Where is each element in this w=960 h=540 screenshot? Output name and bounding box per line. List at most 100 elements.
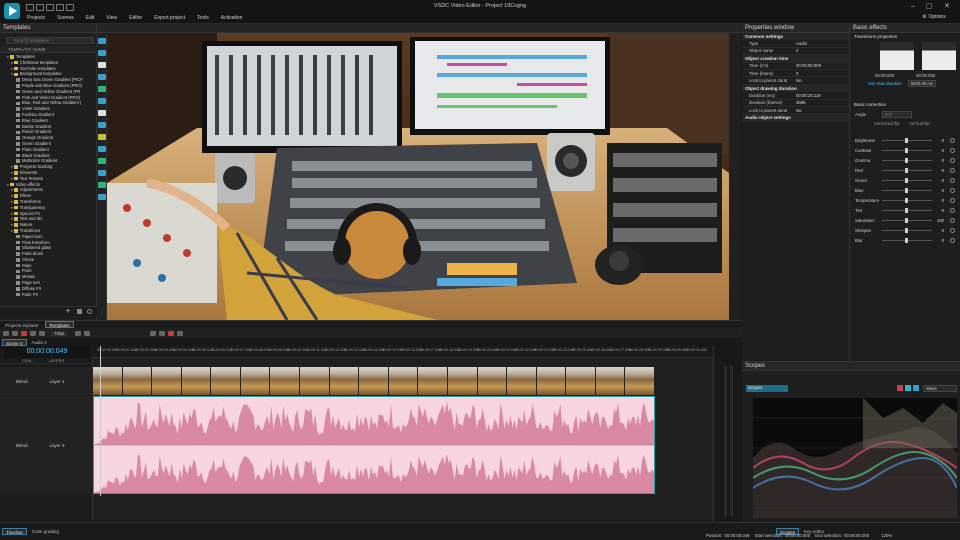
properties-section-header[interactable]: Object creation time [742, 55, 849, 63]
template-tree-item[interactable]: Fade FX [0, 292, 97, 298]
slider-knob[interactable] [905, 187, 908, 193]
slider-value[interactable]: 100 [932, 218, 944, 223]
transition-end-preview[interactable] [922, 42, 956, 70]
properties-section-header[interactable]: Audio object settings [742, 114, 849, 122]
vertical-flip-checkbox[interactable]: Vertical flip [909, 121, 929, 126]
menu-projects[interactable]: Projects [27, 15, 45, 21]
property-value[interactable]: 00:00:00.000 [792, 63, 849, 68]
slider-track[interactable] [882, 207, 932, 213]
slider-track[interactable] [882, 157, 932, 163]
property-value[interactable]: No [792, 108, 849, 113]
scopes-channel-select[interactable]: Wave [923, 385, 957, 392]
property-value[interactable]: 2 [792, 48, 849, 53]
transitions-properties-label[interactable]: Transitions properties [850, 33, 960, 41]
mask-icon[interactable] [98, 182, 106, 188]
expand-arrow-icon[interactable]: ▾ [11, 72, 13, 78]
expand-arrow-icon[interactable]: ▾ [7, 55, 9, 61]
open-folder-icon[interactable] [36, 4, 44, 11]
menu-activation[interactable]: Activation [221, 15, 243, 21]
menu-editor[interactable]: Editor [129, 15, 142, 21]
slider-track[interactable] [882, 167, 932, 173]
property-value[interactable]: 00:00:25:116 [792, 93, 849, 98]
pen-icon[interactable] [98, 98, 106, 104]
preview-scrollbar[interactable] [729, 33, 740, 320]
red-channel-button[interactable] [897, 385, 903, 391]
close-button[interactable]: ✕ [940, 3, 954, 11]
slider-knob[interactable] [905, 217, 908, 223]
transition-duration-input[interactable]: 5000.00 ms [907, 79, 937, 87]
reset-icon[interactable] [950, 137, 955, 143]
scopes-mode-select[interactable]: Scopes [746, 385, 788, 392]
menu-edit[interactable]: Edit [86, 15, 95, 21]
slider-value[interactable]: 0 [932, 148, 944, 153]
property-row[interactable]: Type Audio [742, 40, 849, 48]
audio-clip[interactable] [93, 396, 655, 494]
tab-scene-0[interactable]: Scene 0 [2, 338, 27, 346]
slider-value[interactable]: 0 [932, 168, 944, 173]
record-icon[interactable] [21, 330, 27, 336]
slider-knob[interactable] [905, 177, 908, 183]
menu-view[interactable]: View [106, 15, 117, 21]
tab-timeline[interactable]: Timeline [2, 528, 27, 535]
tab-audio-2[interactable]: Audio 2 [29, 339, 50, 346]
rectangle-icon[interactable] [98, 74, 106, 80]
tab-templates[interactable]: Templates [45, 321, 74, 328]
use-max-duration-checkbox[interactable]: Use max duration [868, 81, 902, 86]
undo-icon[interactable] [66, 4, 74, 11]
save-icon[interactable] [46, 4, 54, 11]
slider-knob[interactable] [905, 227, 908, 233]
slider-track[interactable] [882, 187, 932, 193]
slider-knob[interactable] [905, 197, 908, 203]
fullscreen-icon[interactable] [84, 330, 91, 336]
property-row[interactable]: Time (frame) 0 [742, 70, 849, 78]
basic-correction-label[interactable]: Basic correction [850, 101, 960, 109]
slider-value[interactable]: 0 [932, 138, 944, 143]
reset-icon[interactable] [950, 167, 955, 173]
split-icon[interactable] [159, 330, 166, 336]
app-logo-icon[interactable] [4, 3, 20, 19]
reset-icon[interactable] [950, 197, 955, 203]
slider-value[interactable]: 0 [932, 238, 944, 243]
blue-channel-button[interactable] [913, 385, 919, 391]
property-row[interactable]: Lock to parent durat No [742, 107, 849, 115]
reset-icon[interactable] [950, 227, 955, 233]
track-blend[interactable]: Blend [16, 443, 28, 448]
slider-knob[interactable] [905, 237, 908, 243]
zoom-level[interactable]: 120% [881, 533, 892, 538]
slider-value[interactable]: 0 [932, 188, 944, 193]
cut-icon[interactable] [150, 330, 157, 336]
angle-input[interactable]: 0.0° [882, 110, 912, 118]
timeline-ruler[interactable]: 00:00:00.000 00:00:01.002 00:00:02.004 00:0… [93, 346, 713, 358]
maximize-button[interactable]: ▢ [922, 3, 936, 11]
template-name-column-header[interactable]: TEMPLATE NAME [0, 46, 97, 53]
slider-knob[interactable] [905, 147, 908, 153]
properties-section-header[interactable]: Object drawing duration [742, 84, 849, 93]
ellipse-icon[interactable] [98, 86, 106, 92]
cursor-icon[interactable] [98, 38, 106, 44]
playhead-cursor[interactable] [100, 346, 101, 496]
stop-icon[interactable] [3, 330, 9, 336]
slider-value[interactable]: 0 [932, 158, 944, 163]
audio-icon[interactable] [98, 146, 106, 152]
new-project-icon[interactable] [26, 4, 34, 11]
image-icon[interactable] [98, 122, 106, 128]
delete-template-icon[interactable] [77, 309, 82, 314]
track-blend[interactable]: Blend [16, 379, 28, 384]
property-value[interactable]: Audio [792, 41, 849, 46]
properties-section-header[interactable]: Common settings [742, 33, 849, 41]
horizontal-flip-checkbox[interactable]: Horizontal flip [874, 121, 899, 126]
expand-arrow-icon[interactable]: ▾ [11, 229, 13, 235]
zoom-tool-icon[interactable] [98, 50, 106, 56]
reset-icon[interactable] [950, 177, 955, 183]
menu-scenes[interactable]: Scenes [57, 15, 74, 21]
preview-quality-select[interactable]: 720p [51, 330, 68, 336]
chart-icon[interactable] [98, 158, 106, 164]
property-value[interactable]: 3596 [792, 100, 849, 105]
video-icon[interactable] [98, 134, 106, 140]
video-clip[interactable] [93, 367, 655, 395]
property-row[interactable]: Time (ms) 00:00:00.000 [742, 63, 849, 70]
reset-icon[interactable] [950, 207, 955, 213]
slider-track[interactable] [882, 147, 932, 153]
property-row[interactable]: Duration (ms) 00:00:25:116 [742, 92, 849, 100]
animation-icon[interactable] [98, 170, 106, 176]
